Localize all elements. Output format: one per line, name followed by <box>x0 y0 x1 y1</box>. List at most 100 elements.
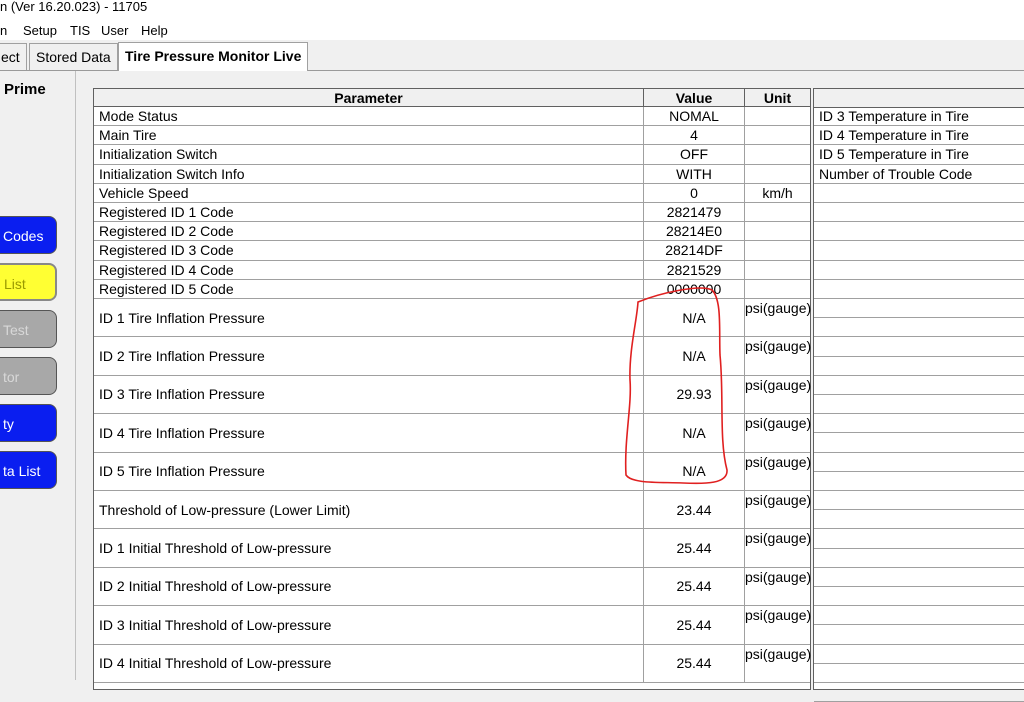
secondary-parameter-table[interactable]: ID 3 Temperature in Tire ID 4 Temperature… <box>813 88 1024 702</box>
secondary-table-row[interactable] <box>814 261 1024 280</box>
secondary-table-row[interactable] <box>814 299 1024 319</box>
parameter-cell: ID 4 Initial Threshold of Low-pressure <box>94 644 644 682</box>
sidebar-button-custom-data-list[interactable]: ta List <box>0 451 57 489</box>
secondary-table-row[interactable] <box>814 357 1024 376</box>
table-row[interactable]: ID 2 Tire Inflation Pressure N/A psi(gauge… <box>94 337 811 376</box>
unit-cell <box>745 280 810 298</box>
table-row[interactable]: ID 3 Initial Threshold of Low-pressure 25… <box>94 606 811 645</box>
secondary-table-row[interactable] <box>814 280 1024 299</box>
secondary-table-row[interactable] <box>814 184 1024 203</box>
value-cell: N/A <box>644 414 745 452</box>
sidebar-button-active-test[interactable]: Test <box>0 310 57 348</box>
secondary-table-row[interactable] <box>814 203 1024 223</box>
unit-cell <box>745 126 810 144</box>
value-cell: NOMAL <box>644 107 745 126</box>
tab-connect[interactable]: ect <box>0 43 27 70</box>
column-header-parameter[interactable]: Parameter <box>94 89 644 107</box>
table-row[interactable]: Registered ID 5 Code 0000000 <box>94 279 810 299</box>
tab-tire-pressure-monitor-live[interactable]: Tire Pressure Monitor Live <box>118 42 309 71</box>
sidebar-title: Prime <box>4 81 46 98</box>
value-cell: N/A <box>644 299 745 337</box>
table-row[interactable]: ID 4 Initial Threshold of Low-pressure 25… <box>94 644 811 683</box>
menu-item-setup[interactable]: Setup <box>23 23 57 38</box>
secondary-table-row[interactable] <box>814 337 1024 357</box>
secondary-table-row[interactable]: ID 3 Temperature in Tire <box>814 107 1024 127</box>
value-cell: 4 <box>644 126 745 145</box>
menu-item-help[interactable]: Help <box>141 23 168 38</box>
secondary-table-row[interactable]: ID 4 Temperature in Tire <box>814 126 1024 146</box>
secondary-table-row[interactable] <box>814 395 1024 415</box>
secondary-table-row[interactable] <box>814 549 1024 568</box>
secondary-table-row[interactable] <box>814 587 1024 607</box>
parameter-cell: ID 2 Initial Threshold of Low-pressure <box>94 567 644 606</box>
table-row[interactable]: Vehicle Speed 0 km/h <box>94 183 810 203</box>
tab-stored-data[interactable]: Stored Data <box>29 43 118 70</box>
secondary-table-row[interactable] <box>814 645 1024 664</box>
secondary-table-row[interactable] <box>814 491 1024 511</box>
table-row[interactable]: Registered ID 4 Code 2821529 <box>94 260 810 280</box>
unit-cell: psi(gauge) <box>745 492 812 508</box>
parameter-cell: Registered ID 4 Code <box>94 260 644 279</box>
parameter-cell: ID 1 Initial Threshold of Low-pressure <box>94 529 644 567</box>
parameter-cell: Registered ID 1 Code <box>94 203 644 222</box>
secondary-table-row[interactable] <box>814 568 1024 587</box>
value-cell: OFF <box>644 145 745 164</box>
secondary-table-row[interactable] <box>814 376 1024 395</box>
parameter-cell: Registered ID 2 Code <box>94 222 644 241</box>
unit-cell: psi(gauge) <box>745 415 812 432</box>
menu-item-tis[interactable]: TIS <box>70 23 90 38</box>
value-cell: 29.93 <box>644 375 745 414</box>
column-header-unit[interactable]: Unit <box>745 89 810 107</box>
parameter-cell: ID 2 Tire Inflation Pressure <box>94 337 644 375</box>
sidebar-button-data-list[interactable]: List <box>0 263 57 301</box>
table-row[interactable]: Registered ID 2 Code 28214E0 <box>94 222 810 242</box>
secondary-table-row[interactable] <box>814 510 1024 530</box>
secondary-table-row[interactable] <box>814 241 1024 261</box>
secondary-table-row[interactable] <box>814 625 1024 645</box>
secondary-table-row[interactable] <box>814 318 1024 338</box>
secondary-table-row[interactable] <box>814 606 1024 626</box>
table-row[interactable]: ID 5 Tire Inflation Pressure N/A psi(gauge… <box>94 452 811 491</box>
secondary-table-row[interactable] <box>814 683 1024 702</box>
sidebar-button-utility[interactable]: ty <box>0 404 57 442</box>
table-row[interactable]: ID 2 Initial Threshold of Low-pressure 25… <box>94 567 812 607</box>
column-header-value[interactable]: Value <box>644 89 745 107</box>
table-row[interactable]: ID 4 Tire Inflation Pressure N/A psi(gauge… <box>94 414 812 453</box>
secondary-table-row[interactable] <box>814 414 1024 434</box>
table-row[interactable]: Threshold of Low-pressure (Lower Limit) 2… <box>94 491 812 530</box>
value-cell: 28214E0 <box>644 222 745 241</box>
secondary-table-row[interactable] <box>814 433 1024 453</box>
sidebar-button-label: List <box>4 276 26 292</box>
secondary-table-row[interactable] <box>814 472 1024 491</box>
sidebar-button-monitor[interactable]: tor <box>0 357 57 395</box>
table-row[interactable]: Mode Status NOMAL <box>94 107 810 127</box>
value-cell: 25.44 <box>644 606 745 644</box>
table-row[interactable]: Initialization Switch OFF <box>94 145 810 165</box>
parameter-cell: Initialization Switch <box>94 145 644 164</box>
table-row[interactable]: ID 3 Tire Inflation Pressure 29.93 psi(gau… <box>94 375 811 415</box>
menu-item-user[interactable]: User <box>101 23 128 38</box>
parameter-cell: ID 4 Tire Inflation Pressure <box>94 414 644 452</box>
tab-strip: ect Stored Data Tire Pressure Monitor Li… <box>0 40 1024 71</box>
parameter-table[interactable]: Parameter Value Unit Mode Status NOMAL Mai… <box>93 88 811 690</box>
sidebar-button-codes[interactable]: Codes <box>0 216 57 254</box>
secondary-table-row[interactable]: ID 5 Temperature in Tire <box>814 145 1024 165</box>
secondary-table-row[interactable] <box>814 222 1024 242</box>
sidebar-button-label: tor <box>3 369 20 385</box>
secondary-table-row[interactable] <box>814 453 1024 472</box>
menu-item-file[interactable]: n <box>0 23 7 38</box>
table-row[interactable]: Main Tire 4 <box>94 126 810 146</box>
secondary-table-row[interactable]: Number of Trouble Code <box>814 165 1024 184</box>
secondary-table-row[interactable] <box>814 664 1024 683</box>
table-row[interactable]: Registered ID 1 Code 2821479 <box>94 203 810 223</box>
unit-cell: psi(gauge) <box>745 568 812 585</box>
value-cell: 25.44 <box>644 567 745 606</box>
table-row[interactable]: ID 1 Tire Inflation Pressure N/A psi(gauge… <box>94 299 811 338</box>
secondary-table-row[interactable] <box>814 529 1024 549</box>
sidebar-button-label: Codes <box>3 228 44 244</box>
table-row[interactable]: Initialization Switch Info WITH <box>94 164 810 184</box>
table-row[interactable]: ID 1 Initial Threshold of Low-pressure 25… <box>94 529 811 568</box>
table-row[interactable]: Registered ID 3 Code 28214DF <box>94 241 810 261</box>
unit-cell <box>745 222 810 240</box>
value-cell: 23.44 <box>644 491 745 529</box>
